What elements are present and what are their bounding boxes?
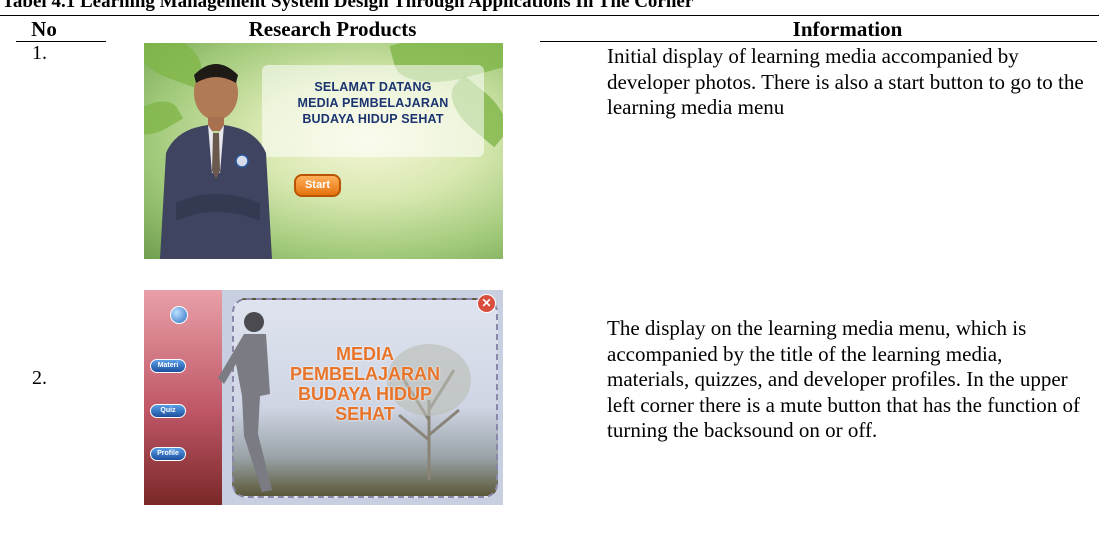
table-caption: Tabel 4.1 Learning Management System Des… xyxy=(2,0,694,12)
mute-button-icon[interactable] xyxy=(170,306,188,324)
header-rule-no xyxy=(16,41,106,42)
welcome-line: MEDIA PEMBELAJARAN xyxy=(297,96,449,110)
menu-materi-button[interactable]: Materi xyxy=(150,359,186,373)
start-button[interactable]: Start xyxy=(294,174,341,197)
menu-profile-button[interactable]: Profile xyxy=(150,447,186,461)
header-rule-information xyxy=(540,41,1097,42)
top-rule xyxy=(0,15,1099,16)
research-product-screenshot-menu: Materi Quiz Profile MEDIA PEMBELAJARAN B… xyxy=(144,290,503,505)
header-research-products: Research Products xyxy=(248,17,417,41)
header-information: Information xyxy=(792,17,903,41)
row-number: 1. xyxy=(32,42,47,64)
close-icon[interactable]: ✕ xyxy=(477,294,496,313)
welcome-line: SELAMAT DATANG xyxy=(314,80,432,94)
welcome-banner: SELAMAT DATANG MEDIA PEMBELAJARAN BUDAYA… xyxy=(262,65,484,157)
information-text: Initial display of learning media accomp… xyxy=(607,44,1084,119)
row-number: 2. xyxy=(32,367,47,389)
header-no: No xyxy=(31,17,57,41)
side-menu-panel: Materi Quiz Profile xyxy=(144,290,222,505)
menu-title-line: MEDIA xyxy=(336,344,394,364)
menu-title-line: BUDAYA HIDUP xyxy=(297,384,433,404)
information-text: The display on the learning media menu, … xyxy=(607,316,1080,442)
menu-title-line: SEHAT xyxy=(335,404,395,424)
menu-quiz-button[interactable]: Quiz xyxy=(150,404,186,418)
welcome-line: BUDAYA HIDUP SEHAT xyxy=(302,112,444,126)
menu-title-line: PEMBELAJARAN xyxy=(289,364,440,384)
developer-photo xyxy=(160,64,272,259)
title-frame: MEDIA PEMBELAJARAN BUDAYA HIDUP SEHAT xyxy=(218,298,498,498)
research-product-screenshot-start: SELAMAT DATANG MEDIA PEMBELAJARAN BUDAYA… xyxy=(144,43,503,259)
